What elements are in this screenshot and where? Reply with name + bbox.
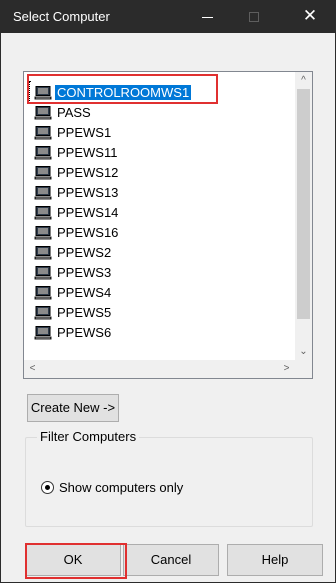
computer-icon: [34, 126, 52, 140]
computer-item-label: PPEWS5: [57, 305, 112, 320]
close-button[interactable]: ✕: [287, 1, 333, 33]
horizontal-scrollbar[interactable]: < >: [24, 360, 295, 378]
computer-item-label: PPEWS6: [57, 325, 112, 340]
computer-item-label: PPEWS1: [57, 125, 112, 140]
computer-item-label: PPEWS3: [57, 265, 112, 280]
computer-icon: [34, 246, 52, 260]
computer-item-label: PPEWS11: [57, 145, 118, 160]
maximize-button: [231, 1, 277, 33]
computer-icon: [34, 286, 52, 300]
computer-icon: [34, 206, 52, 220]
computer-item-label: PPEWS2: [57, 245, 112, 260]
computer-item-label: PPEWS12: [57, 165, 119, 180]
scroll-left-icon[interactable]: <: [24, 360, 41, 378]
vertical-scrollbar[interactable]: ^ ⌄: [295, 72, 312, 360]
minimize-button[interactable]: [185, 1, 231, 33]
scrollbar-corner: [295, 360, 312, 378]
selection-highlight-frame: [27, 74, 218, 104]
create-new-button[interactable]: Create New ->: [27, 394, 119, 422]
radio-button[interactable]: [41, 481, 54, 494]
minimize-icon: [202, 17, 213, 18]
scroll-up-icon[interactable]: ^: [295, 72, 312, 89]
radio-selected-dot: [45, 485, 50, 490]
show-computers-only-label[interactable]: Show computers only: [59, 479, 183, 497]
computer-icon: [34, 226, 52, 240]
computer-icon: [34, 186, 52, 200]
computer-icon: [34, 146, 52, 160]
window-title: Select Computer: [13, 9, 110, 24]
vertical-scroll-thumb[interactable]: [297, 89, 310, 319]
help-button[interactable]: Help: [227, 544, 323, 576]
computer-item-label: PASS: [57, 105, 91, 120]
computer-listbox[interactable]: CONTROLROOMWS1 PASS PPEWS1 PPEWS11 PPEWS12 PP…: [23, 71, 313, 379]
computer-icon: [34, 106, 52, 120]
computer-item-label: PPEWS13: [57, 185, 119, 200]
maximize-icon: [249, 12, 259, 22]
filter-group-label: Filter Computers: [37, 429, 140, 445]
select-computer-dialog: Select Computer ✕ CONTROLROOMWS1 PASS PPEW…: [0, 0, 336, 583]
computer-item-label: PPEWS4: [57, 285, 112, 300]
close-icon: ✕: [302, 6, 318, 25]
computer-item-label: PPEWS14: [57, 205, 119, 220]
ok-highlight-frame: [25, 543, 127, 579]
scroll-right-icon[interactable]: >: [278, 360, 295, 378]
computer-icon: [34, 266, 52, 280]
scroll-down-icon[interactable]: ⌄: [295, 343, 312, 360]
title-bar[interactable]: Select Computer ✕: [1, 1, 335, 33]
computer-item-label: PPEWS16: [57, 225, 119, 240]
cancel-button[interactable]: Cancel: [123, 544, 219, 576]
computer-list: CONTROLROOMWS1 PASS PPEWS1 PPEWS11 PPEWS12 PP…: [24, 72, 295, 360]
computer-icon: [34, 306, 52, 320]
computer-icon: [34, 166, 52, 180]
computer-icon: [34, 326, 52, 340]
